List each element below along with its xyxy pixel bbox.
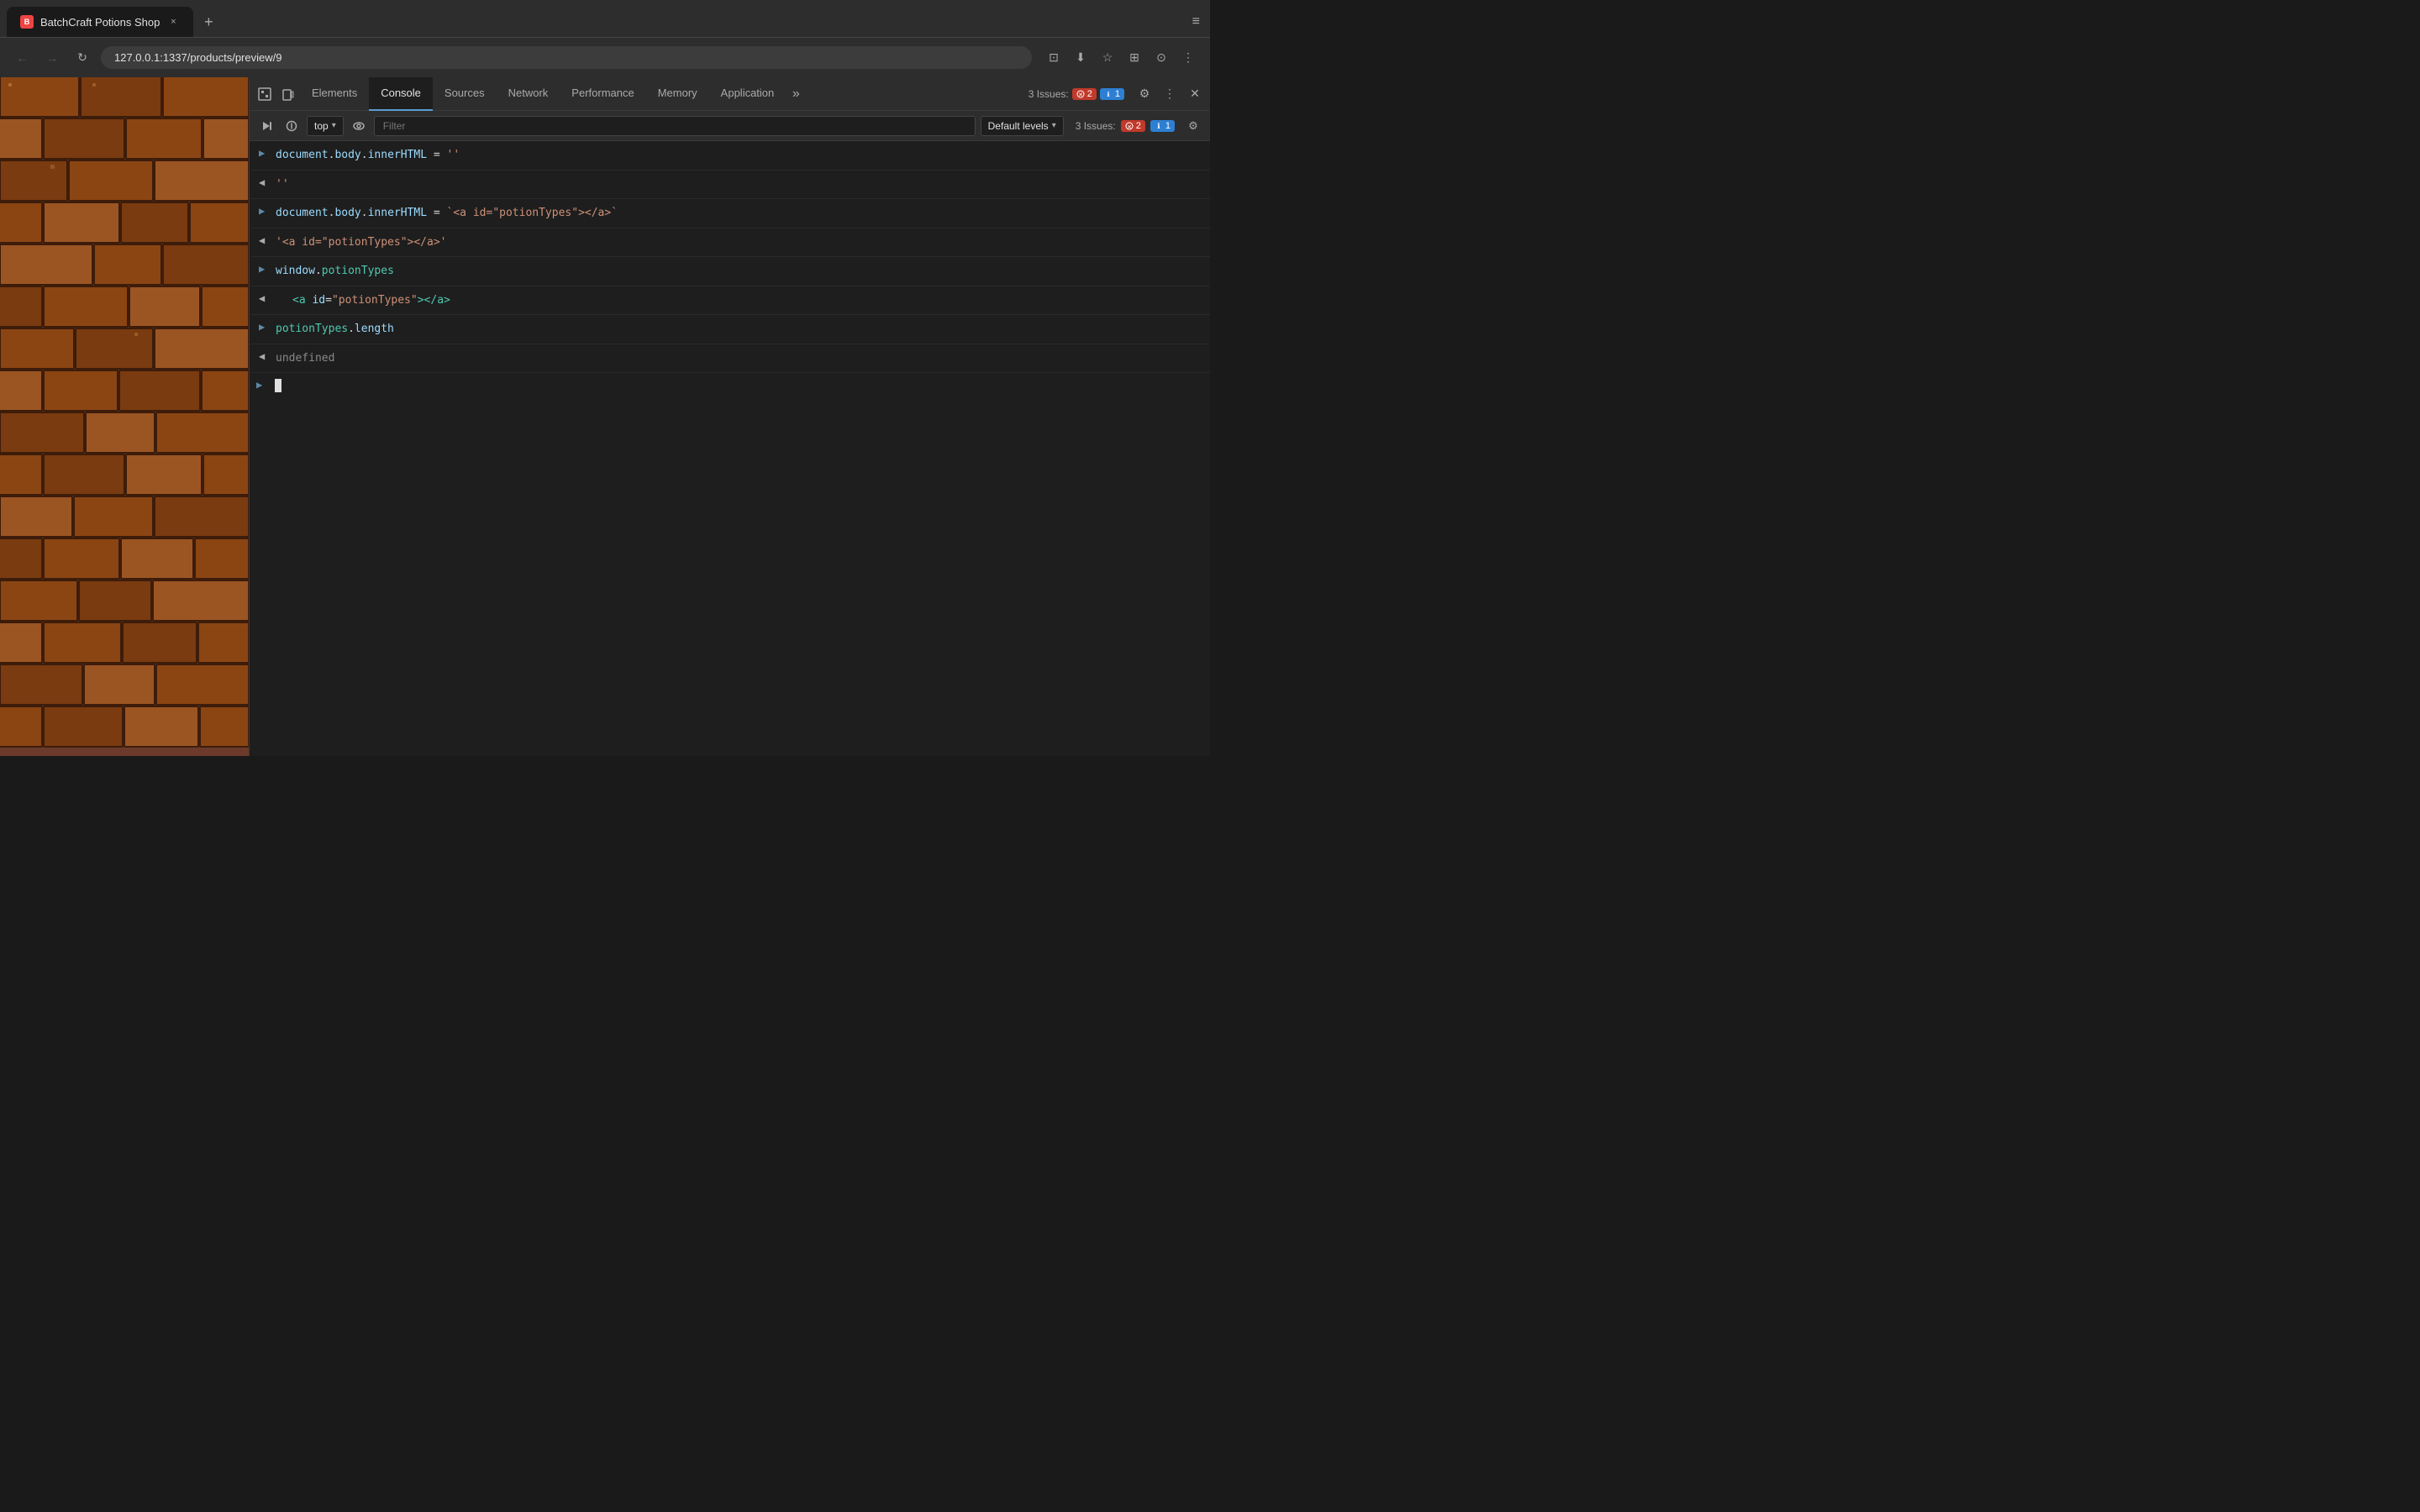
svg-text:✕: ✕	[1078, 92, 1083, 98]
input-arrow: ▶	[259, 202, 276, 217]
entry-content: '<a id="potionTypes"></a>'	[276, 231, 1203, 255]
output-arrow: ◀	[259, 173, 276, 188]
forward-button[interactable]: →	[40, 46, 64, 70]
console-entry: ◀ <a id="potionTypes"></a>	[250, 286, 1210, 316]
console-info-badge: ℹ 1	[1150, 120, 1175, 132]
inspector-button[interactable]	[253, 82, 276, 106]
console-settings-button[interactable]: ⚙	[1183, 116, 1203, 136]
output-arrow: ◀	[259, 231, 276, 246]
page-content: // Bricks drawn as SVG rects in groups	[0, 77, 249, 756]
input-arrow: ▶	[259, 318, 276, 333]
tab-overflow-button[interactable]: ≡	[1189, 11, 1203, 33]
tab-elements[interactable]: Elements	[300, 77, 369, 111]
tab-favicon: B	[20, 15, 34, 29]
console-error-badge: ✕ 2	[1121, 120, 1145, 132]
tab-title: BatchCraft Potions Shop	[40, 16, 160, 29]
error-badge: ✕ 2	[1072, 88, 1097, 100]
prompt-arrow: ▶	[256, 375, 273, 391]
main-content: // Bricks drawn as SVG rects in groups	[0, 77, 1210, 756]
input-arrow: ▶	[259, 144, 276, 159]
bookmark-icon[interactable]: ☆	[1096, 46, 1119, 70]
devtools-right-icons: 3 Issues: ✕ 2 ℹ 1 ⚙ ⋮ ✕	[1022, 82, 1207, 106]
console-output[interactable]: ▶ document.body.innerHTML = '' ◀ '' ▶	[250, 141, 1210, 756]
entry-content: <a id="potionTypes"></a>	[276, 289, 1203, 312]
devtools-close-button[interactable]: ✕	[1183, 82, 1207, 106]
levels-selector[interactable]: Default levels ▾	[981, 116, 1064, 136]
svg-text:ℹ: ℹ	[1157, 122, 1160, 130]
console-input-line[interactable]: ▶	[250, 373, 1210, 404]
context-arrow: ▾	[332, 121, 336, 130]
devtools-tabs: Elements Console Sources Network Perform…	[300, 77, 1022, 111]
active-tab[interactable]: B BatchCraft Potions Shop ×	[7, 7, 193, 37]
issues-badge[interactable]: 3 Issues: ✕ 2 ℹ 1	[1022, 85, 1131, 103]
tab-bar: B BatchCraft Potions Shop × + ≡	[0, 0, 1210, 37]
tab-performance[interactable]: Performance	[560, 77, 645, 111]
new-tab-button[interactable]: +	[197, 10, 220, 34]
filter-input[interactable]	[374, 116, 976, 136]
entry-content: potionTypes.length	[276, 318, 1203, 341]
menu-icon[interactable]: ⋮	[1176, 46, 1200, 70]
entry-content: undefined	[276, 347, 1203, 370]
levels-arrow: ▾	[1052, 121, 1056, 130]
profile-icon[interactable]: ⊙	[1150, 46, 1173, 70]
console-toolbar: top ▾ Default levels ▾ 3 Issues: ✕ 2 ℹ	[250, 111, 1210, 141]
tab-close-button[interactable]: ×	[166, 15, 180, 29]
entry-content: ''	[276, 173, 1203, 197]
input-arrow: ▶	[259, 260, 276, 275]
console-entry: ◀ '<a id="potionTypes"></a>'	[250, 228, 1210, 258]
entry-content: document.body.innerHTML = `<a id="potion…	[276, 202, 1203, 225]
more-tabs-button[interactable]: »	[786, 77, 806, 111]
entry-content: document.body.innerHTML = ''	[276, 144, 1203, 167]
browser-chrome: B BatchCraft Potions Shop × + ≡ ← → ↻ ⊡ …	[0, 0, 1210, 77]
address-bar: ← → ↻ ⊡ ⬇ ☆ ⊞ ⊙ ⋮	[0, 37, 1210, 77]
output-arrow: ◀	[259, 347, 276, 362]
execute-button[interactable]	[256, 116, 276, 136]
extension-icon[interactable]: ⊞	[1123, 46, 1146, 70]
input-prompt[interactable]	[273, 375, 1203, 402]
devtools-options-button[interactable]: ⋮	[1158, 82, 1181, 106]
cast-icon[interactable]: ⊡	[1042, 46, 1065, 70]
device-button[interactable]	[276, 82, 300, 106]
cursor	[275, 379, 281, 392]
issues-label: 3 Issues:	[1028, 88, 1069, 100]
devtools-settings-button[interactable]: ⚙	[1133, 82, 1156, 106]
warning-badge: ℹ 1	[1100, 88, 1124, 100]
output-arrow: ◀	[259, 289, 276, 304]
console-entry: ▶ document.body.innerHTML = ''	[250, 141, 1210, 171]
refresh-button[interactable]: ↻	[71, 46, 94, 70]
console-entry: ◀ undefined	[250, 344, 1210, 374]
eye-button[interactable]	[349, 116, 369, 136]
download-icon[interactable]: ⬇	[1069, 46, 1092, 70]
issues-text: 3 Issues:	[1076, 120, 1116, 132]
brick-wall: // Bricks drawn as SVG rects in groups	[0, 77, 249, 756]
console-entry: ▶ window.potionTypes	[250, 257, 1210, 286]
tab-memory[interactable]: Memory	[646, 77, 709, 111]
toolbar-icons: ⊡ ⬇ ☆ ⊞ ⊙ ⋮	[1042, 46, 1200, 70]
console-issues: 3 Issues: ✕ 2 ℹ 1	[1076, 120, 1175, 132]
svg-text:✕: ✕	[1127, 124, 1132, 130]
tab-application[interactable]: Application	[709, 77, 786, 111]
tab-sources[interactable]: Sources	[433, 77, 497, 111]
console-entry: ▶ potionTypes.length	[250, 315, 1210, 344]
context-label: top	[314, 120, 329, 132]
back-button[interactable]: ←	[10, 46, 34, 70]
devtools-panel: Elements Console Sources Network Perform…	[249, 77, 1210, 756]
entry-content: window.potionTypes	[276, 260, 1203, 283]
clear-console-button[interactable]	[281, 116, 302, 136]
tab-console[interactable]: Console	[369, 77, 433, 111]
console-entry: ▶ document.body.innerHTML = `<a id="poti…	[250, 199, 1210, 228]
console-entry: ◀ ''	[250, 171, 1210, 200]
levels-label: Default levels	[988, 120, 1049, 132]
context-selector[interactable]: top ▾	[307, 116, 344, 136]
address-input[interactable]	[101, 46, 1032, 69]
devtools-toolbar: Elements Console Sources Network Perform…	[250, 77, 1210, 111]
tab-network[interactable]: Network	[497, 77, 560, 111]
svg-text:ℹ: ℹ	[1107, 91, 1109, 98]
